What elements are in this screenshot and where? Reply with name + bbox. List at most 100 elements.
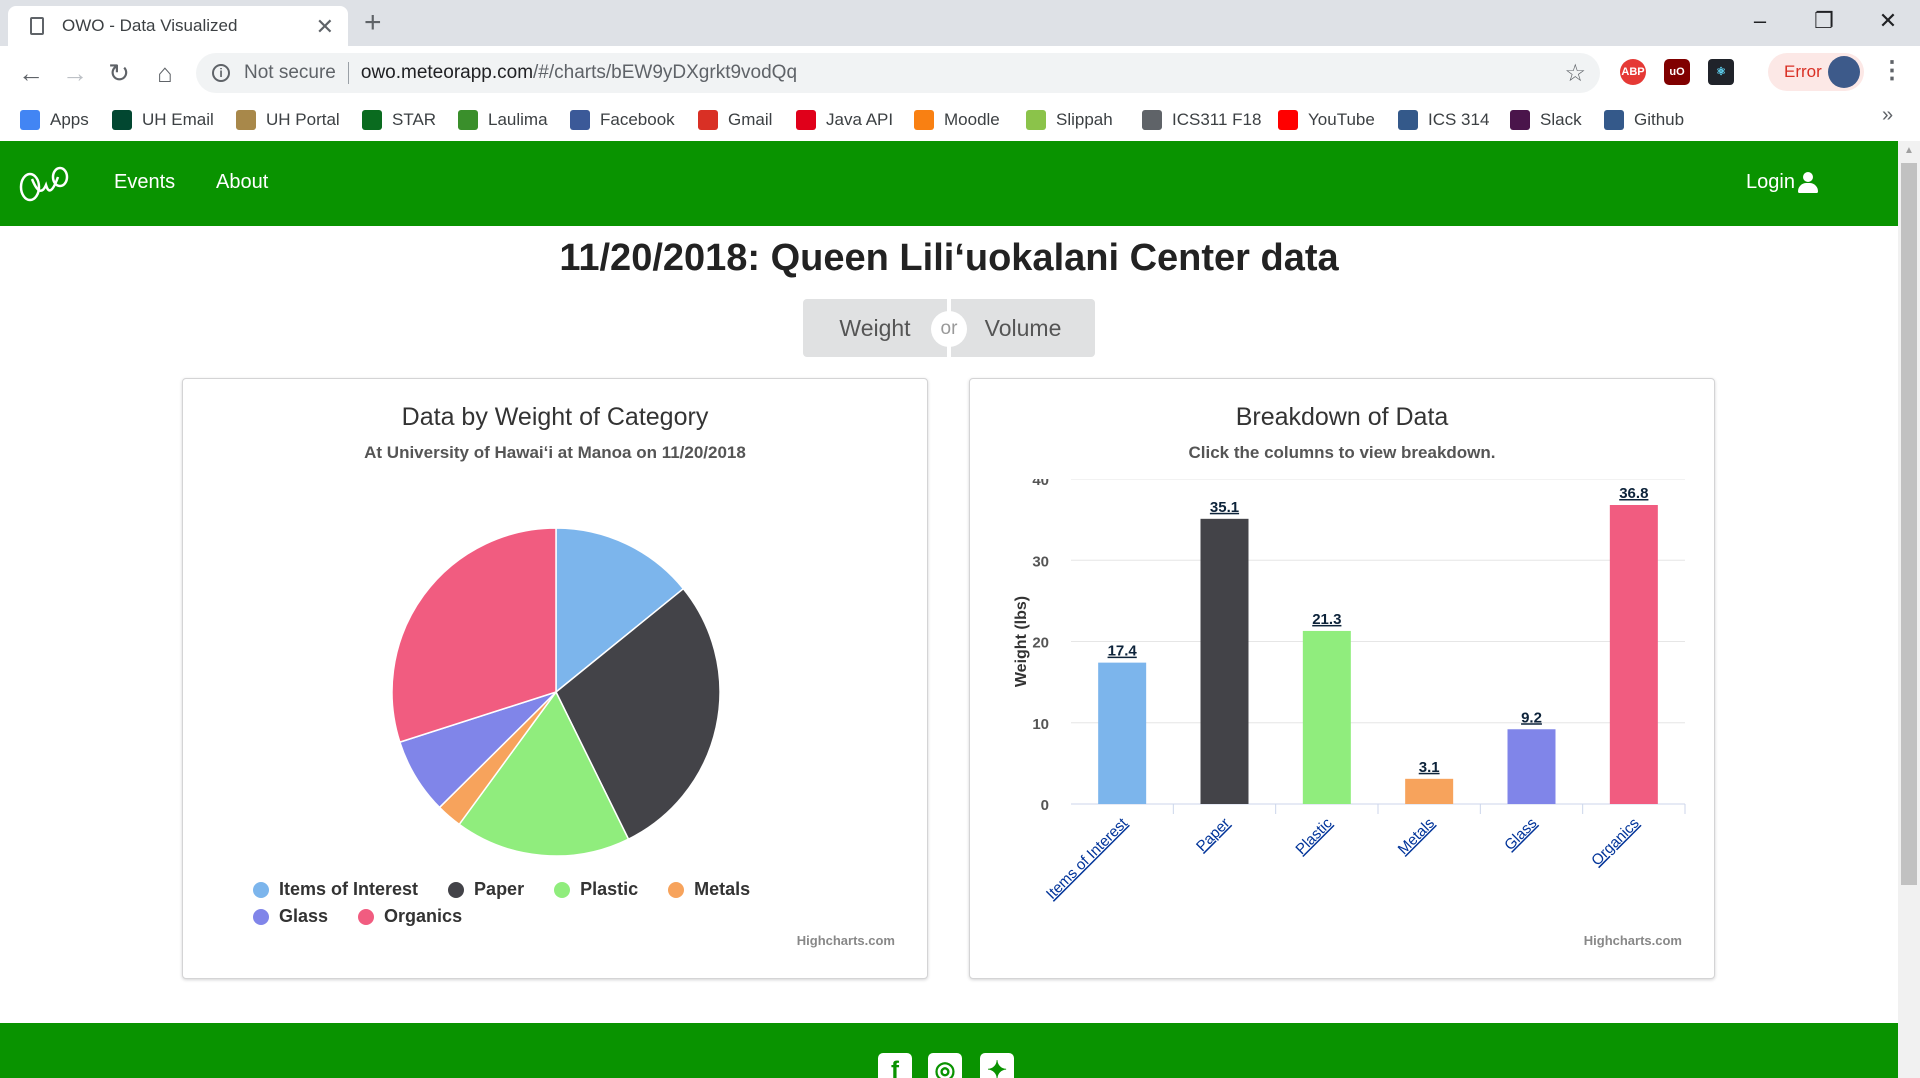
profile-error-button[interactable]: Error — [1768, 53, 1864, 91]
ublock-extension-icon[interactable]: uO — [1664, 59, 1690, 85]
legend-dot-icon — [668, 881, 685, 898]
bar-glass[interactable] — [1507, 729, 1556, 804]
github-icon — [1604, 110, 1624, 130]
bar-chart-title: Breakdown of Data — [1235, 403, 1449, 431]
data-label-items-of-interest[interactable]: 17.4 — [1108, 643, 1138, 660]
login-button[interactable]: Login — [1746, 171, 1819, 194]
legend-label: Organics — [384, 906, 463, 926]
browser-menu-icon[interactable]: ⋮ — [1880, 56, 1904, 85]
y-tick-label: 0 — [1041, 797, 1049, 814]
browser-toolbar: ← → ↻ ⌂ i Not secure owo.meteorapp.com/#… — [0, 46, 1920, 100]
scrollbar-thumb[interactable] — [1901, 163, 1917, 885]
bookmark-star-icon[interactable]: ☆ — [1564, 59, 1586, 88]
bar-chart-credits[interactable]: Highcharts.com — [1584, 933, 1682, 948]
close-window-icon[interactable]: ✕ — [1868, 6, 1908, 36]
bookmark-uh-portal[interactable]: UH Portal — [236, 107, 340, 133]
tab-close-icon[interactable]: ✕ — [316, 14, 334, 40]
react-devtools-icon[interactable]: ⚛ — [1708, 59, 1734, 85]
bookmark-slippah[interactable]: Slippah — [1026, 107, 1113, 133]
page-scrollbar[interactable]: ▲ — [1898, 141, 1920, 1078]
bookmark-label: Slippah — [1056, 110, 1113, 129]
nav-events-link[interactable]: Events — [114, 171, 175, 194]
bar-organics[interactable] — [1609, 505, 1658, 804]
bookmark-apps[interactable]: Apps — [20, 107, 89, 133]
legend-dot-icon — [358, 908, 375, 925]
weight-button[interactable]: Weight — [803, 299, 947, 357]
facebook-icon[interactable]: f — [878, 1053, 912, 1078]
bar-metals[interactable] — [1405, 778, 1454, 804]
pie-chart-legend: Items of Interest Paper Plastic Metals Glass… — [253, 879, 873, 933]
bookmark-facebook[interactable]: Facebook — [570, 107, 675, 133]
apps-grid-icon — [20, 110, 40, 130]
bookmark-label: ICS 314 — [1428, 110, 1490, 129]
bar-plastic[interactable] — [1302, 630, 1351, 804]
star-diamond-icon — [362, 110, 382, 130]
legend-item-items-of-interest[interactable]: Items of Interest — [253, 879, 418, 900]
legend-item-glass[interactable]: Glass — [253, 906, 328, 927]
instagram-icon[interactable]: ◎ — [928, 1053, 962, 1078]
data-label-plastic[interactable]: 21.3 — [1312, 611, 1341, 628]
bookmark-moodle[interactable]: Moodle — [914, 107, 1000, 133]
bar-items-of-interest[interactable] — [1098, 662, 1147, 804]
bookmark-label: UH Portal — [266, 110, 340, 129]
x-tick-label-organics[interactable]: Organics — [1588, 815, 1642, 869]
x-tick-label-paper[interactable]: Paper — [1193, 815, 1233, 855]
owo-logo[interactable] — [18, 163, 70, 205]
bookmark-youtube[interactable]: YouTube — [1278, 107, 1375, 133]
info-icon[interactable]: i — [212, 64, 230, 82]
legend-dot-icon — [253, 881, 269, 898]
data-label-paper[interactable]: 35.1 — [1210, 499, 1239, 516]
x-tick-label-metals[interactable]: Metals — [1395, 815, 1438, 858]
nav-about-link[interactable]: About — [216, 171, 268, 194]
bookmarks-overflow-icon[interactable]: » — [1882, 104, 1893, 127]
legend-item-paper[interactable]: Paper — [448, 879, 524, 900]
bookmark-star[interactable]: STAR — [362, 107, 436, 133]
volume-button[interactable]: Volume — [951, 299, 1095, 357]
back-arrow-icon[interactable]: ← — [14, 56, 48, 90]
url-path: /#/charts/bEW9yDXgrkt9vodQq — [533, 62, 798, 83]
x-tick-label-plastic[interactable]: Plastic — [1292, 814, 1336, 858]
bookmark-ics311-f18[interactable]: ICS311 F18 — [1142, 107, 1261, 133]
minimize-window-icon[interactable]: – — [1740, 6, 1780, 36]
legend-item-organics[interactable]: Organics — [358, 906, 462, 927]
scroll-up-icon[interactable]: ▲ — [1904, 145, 1914, 156]
slippah-icon — [1026, 110, 1046, 130]
bookmark-github[interactable]: Github — [1604, 107, 1684, 133]
pie-chart-credits[interactable]: Highcharts.com — [797, 933, 895, 948]
bookmark-uh-email[interactable]: UH Email — [112, 107, 214, 133]
data-label-glass[interactable]: 9.2 — [1521, 709, 1542, 726]
data-label-organics[interactable]: 36.8 — [1619, 485, 1648, 502]
reload-icon[interactable]: ↻ — [102, 56, 136, 90]
address-bar[interactable]: i Not secure owo.meteorapp.com/#/charts/… — [196, 53, 1600, 93]
forward-arrow-icon[interactable]: → — [58, 56, 92, 90]
y-axis-title: Weight (lbs) — [1013, 596, 1030, 687]
bookmark-label: Github — [1634, 110, 1685, 129]
browser-tab-strip: OWO - Data Visualized ✕ + – ❐ ✕ — [0, 0, 1920, 46]
x-tick-label-items-of-interest[interactable]: Items of Interest — [1043, 814, 1132, 903]
bar-paper[interactable] — [1200, 518, 1249, 804]
legend-label: Items of Interest — [279, 879, 419, 899]
restore-window-icon[interactable]: ❐ — [1804, 6, 1844, 36]
bookmark-ics-314[interactable]: ICS 314 — [1398, 107, 1489, 133]
bookmark-slack[interactable]: Slack — [1510, 107, 1582, 133]
bookmark-java-api[interactable]: Java API — [796, 107, 893, 133]
legend-item-plastic[interactable]: Plastic — [554, 879, 638, 900]
legend-item-metals[interactable]: Metals — [668, 879, 750, 900]
browser-tab-active[interactable]: OWO - Data Visualized ✕ — [8, 6, 348, 46]
bookmark-laulima[interactable]: Laulima — [458, 107, 548, 133]
adblock-extension-icon[interactable]: ABP — [1620, 59, 1646, 85]
oracle-icon — [796, 110, 816, 130]
x-tick-label-glass[interactable]: Glass — [1501, 815, 1540, 854]
facebook-icon — [570, 110, 590, 130]
new-tab-button[interactable]: + — [364, 6, 382, 40]
bar-chart-card: Breakdown of Data Click the columns to v… — [969, 378, 1715, 979]
url-host: owo.meteorapp.com — [360, 62, 534, 83]
bookmark-label: Gmail — [728, 110, 773, 129]
home-icon[interactable]: ⌂ — [148, 56, 182, 90]
twitter-icon[interactable]: ✦ — [980, 1053, 1014, 1078]
url-text[interactable]: owo.meteorapp.com/#/charts/bEW9yDXgrkt9v… — [361, 62, 797, 84]
uh-icon — [112, 110, 132, 130]
data-label-metals[interactable]: 3.1 — [1419, 759, 1440, 776]
bookmark-gmail[interactable]: Gmail — [698, 107, 772, 133]
bar-chart-subtitle: Click the columns to view breakdown. — [1188, 443, 1496, 462]
